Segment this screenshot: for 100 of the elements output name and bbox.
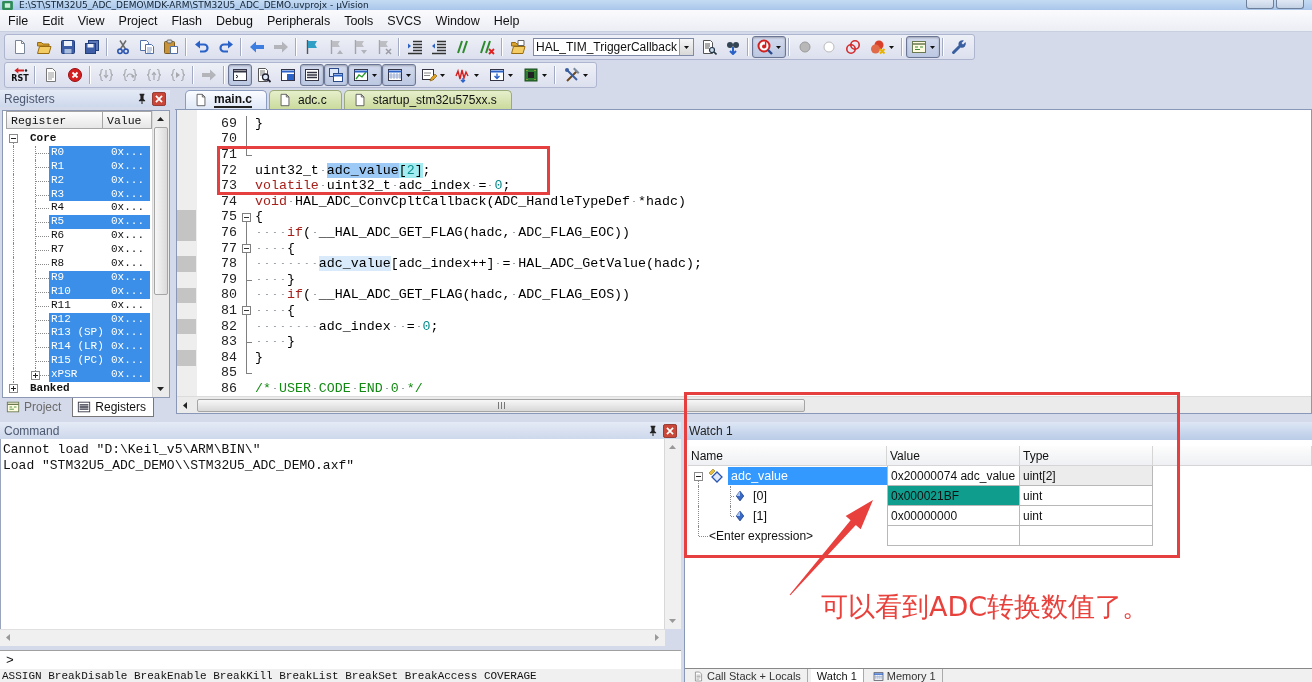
toolbar-button[interactable]: [382, 64, 416, 86]
caret-icon: [542, 73, 547, 77]
expand-box-icon[interactable]: [31, 370, 40, 380]
caret-icon: [775, 45, 781, 49]
empty-cell[interactable]: [887, 526, 1020, 546]
menu-item[interactable]: Peripherals: [259, 11, 338, 30]
annotation-text: 可以看到ADC转换数值了。: [821, 590, 1150, 624]
tree-node[interactable]: Core: [30, 132, 57, 146]
expand-box-icon[interactable]: [9, 384, 18, 394]
fold-collapse-icon[interactable]: [242, 244, 251, 254]
output-line: Cannot load "D:\Keil_v5\ARM\BIN\": [3, 442, 262, 458]
arrow-left-icon[interactable]: [183, 401, 187, 409]
menu-item[interactable]: Tools: [337, 11, 381, 30]
line-number: 76: [221, 226, 237, 239]
toolbar-button[interactable]: [300, 64, 324, 86]
watch-type: uint[2]: [1020, 466, 1153, 486]
code-line: volatile uint32_t adc_index = 0;: [254, 180, 511, 193]
menu-item[interactable]: Debug: [209, 11, 260, 30]
reset-arrow-icon: [12, 67, 28, 74]
line-number: 85: [221, 367, 237, 380]
grip-icon: [497, 401, 505, 409]
title-bar-button[interactable]: [1276, 0, 1304, 9]
scrollbar-thumb[interactable]: [197, 398, 805, 412]
panel-tab[interactable]: Registers: [72, 398, 155, 417]
expression-input[interactable]: <Enter expression>: [709, 529, 821, 543]
register-name[interactable]: R8: [49, 257, 109, 271]
toolbar-button[interactable]: [228, 64, 252, 86]
menu-item[interactable]: SVCS: [380, 11, 429, 30]
page-lines-icon: [43, 67, 59, 83]
code-line: uint32_t adc_value[2];: [254, 164, 431, 177]
fold-collapse-icon[interactable]: [242, 306, 251, 316]
menu-item[interactable]: View: [70, 11, 112, 30]
register-value: 0x...: [110, 257, 145, 271]
command-input[interactable]: >: [0, 650, 681, 669]
panel-tab[interactable]: Watch 1: [810, 669, 864, 682]
pin-icon[interactable]: [649, 425, 657, 436]
caret-icon: [583, 73, 588, 77]
watch-value[interactable]: 0x000021BF: [887, 486, 1020, 506]
window-pencil-icon: [421, 67, 437, 83]
empty-circle-icon: [820, 39, 837, 55]
indent-lines-icon: [407, 39, 423, 55]
register-name[interactable]: R6: [49, 229, 109, 244]
folder-icon: [36, 39, 52, 55]
watch-name[interactable]: [1]: [750, 507, 887, 525]
pin-icon[interactable]: [138, 93, 146, 104]
horizontal-scrollbar[interactable]: [177, 396, 1311, 413]
panel-tab[interactable]: Memory 1: [866, 669, 943, 682]
menu-item[interactable]: Flash: [164, 11, 210, 30]
register-name[interactable]: R4: [49, 201, 109, 216]
panel-tab[interactable]: Project: [2, 398, 69, 416]
editor-tab[interactable]: adc.c: [269, 90, 342, 109]
arrow-up-icon[interactable]: [157, 117, 164, 121]
tree-node[interactable]: Banked: [30, 382, 70, 396]
column-header: Name: [688, 446, 887, 466]
hammer-wrench-icon: [564, 67, 580, 83]
document-icon: [352, 93, 367, 107]
register-name[interactable]: R7: [49, 243, 109, 257]
wrench-icon: [950, 39, 967, 55]
toolbar-button[interactable]: [348, 64, 382, 86]
right-arrow-icon: [201, 67, 217, 83]
collapse-box-icon[interactable]: [9, 134, 18, 144]
menu-item[interactable]: Window: [428, 11, 487, 30]
line-number: 77: [221, 242, 237, 255]
line-number: 80: [221, 289, 237, 302]
window-square-icon: [280, 67, 296, 83]
double-ring-icon: [844, 39, 861, 55]
vertical-scrollbar[interactable]: [152, 111, 169, 397]
flag-down-icon: [352, 39, 368, 55]
collapse-box-icon[interactable]: [694, 471, 703, 481]
register-name[interactable]: R11: [49, 298, 109, 313]
line-number: 84: [221, 351, 237, 364]
window-layout-icon: [910, 39, 927, 55]
function-dropdown[interactable]: HAL_TIM_TriggerCallback: [533, 38, 694, 56]
menu-item[interactable]: Help: [486, 11, 527, 30]
watch-name[interactable]: [0]: [750, 487, 887, 505]
close-icon[interactable]: [663, 423, 677, 438]
column-header: Register: [6, 111, 103, 129]
menu-item[interactable]: Project: [111, 11, 165, 30]
editor-tab[interactable]: main.c: [185, 90, 267, 109]
copy-pages-icon: [139, 39, 155, 55]
line-number: 78: [221, 258, 237, 271]
watch-value[interactable]: 0x00000000: [887, 506, 1020, 526]
panel-tab[interactable]: Call Stack + Locals: [687, 669, 808, 682]
line-number: 81: [221, 304, 237, 317]
register-value: 0x...: [109, 215, 150, 230]
menu-item[interactable]: File: [1, 11, 36, 30]
scrollbar-thumb[interactable]: [154, 127, 168, 295]
toolbar-button[interactable]: RST: [8, 64, 32, 86]
toolbar-button[interactable]: [324, 64, 348, 86]
register-value: 0x...: [109, 340, 150, 355]
line-number: 71: [221, 149, 237, 161]
title-bar-button[interactable]: [1246, 0, 1274, 9]
arrow-down-icon[interactable]: [157, 387, 164, 391]
menu-item[interactable]: Edit: [35, 11, 71, 30]
code-line: }: [254, 117, 263, 130]
fold-collapse-icon[interactable]: [242, 212, 251, 222]
editor-tab[interactable]: startup_stm32u575xx.s: [343, 90, 512, 109]
toolbar-button[interactable]: [751, 36, 786, 58]
register-value: 0x...: [109, 312, 150, 327]
close-icon[interactable]: [152, 91, 166, 106]
